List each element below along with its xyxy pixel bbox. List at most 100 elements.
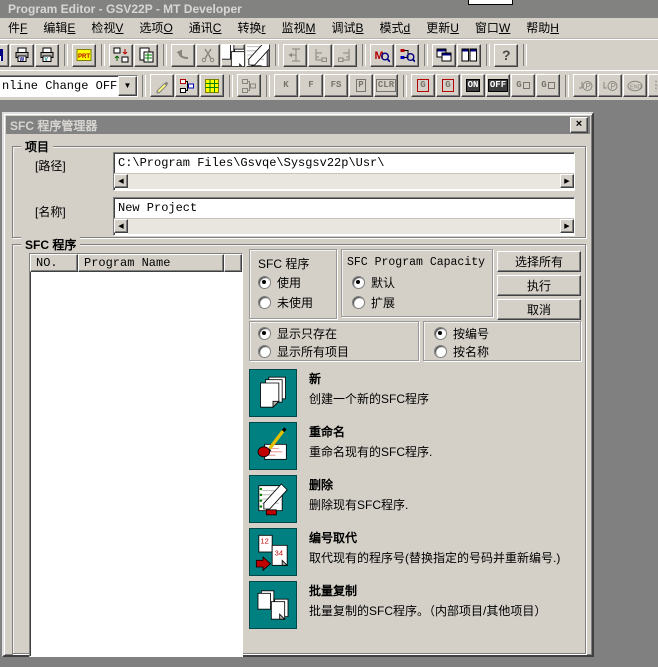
- g-sub1-button[interactable]: G: [511, 74, 535, 97]
- menu-item-O[interactable]: 选项O: [131, 17, 180, 39]
- insert-step-button[interactable]: [283, 44, 307, 67]
- fs-command-button[interactable]: FS: [324, 74, 348, 97]
- radio-capacity_radio-1[interactable]: 扩展: [352, 294, 395, 311]
- monitor-setup-button[interactable]: [395, 44, 419, 67]
- undo-button[interactable]: [171, 44, 195, 67]
- scroll-track[interactable]: [128, 219, 560, 234]
- action-new-icon[interactable]: [249, 369, 297, 417]
- menu-item-B[interactable]: 调试B: [324, 17, 372, 39]
- help-button[interactable]: ?: [494, 44, 518, 67]
- radio-dot[interactable]: [258, 296, 271, 309]
- radio-sort_radio-1[interactable]: 按名称: [434, 343, 489, 360]
- chevron-down-icon[interactable]: ▼: [118, 76, 137, 96]
- window-tile-button[interactable]: [457, 44, 481, 67]
- g-sub2-button-label: G: [541, 81, 554, 90]
- radio-display_radio-1[interactable]: 显示所有项目: [258, 343, 349, 360]
- dialog-titlebar[interactable]: SFC 程序管理器 ×: [6, 116, 590, 134]
- printer-setup-button[interactable]: PRT: [72, 44, 96, 67]
- radio-dot[interactable]: [258, 327, 271, 340]
- print-button[interactable]: W: [10, 44, 34, 67]
- radio-dot[interactable]: [352, 276, 365, 289]
- action-delete-icon[interactable]: [249, 475, 297, 523]
- structure-view-button[interactable]: [237, 74, 261, 97]
- window-titlebar[interactable]: Program Editor - GSV22P - MT Developer: [0, 0, 658, 18]
- p-command-button[interactable]: P: [349, 74, 373, 97]
- radio-program_radio-1[interactable]: 未使用: [258, 294, 313, 311]
- path-value[interactable]: C:\Program Files\Gsvqe\Sysgsv22p\Usr\: [114, 153, 574, 173]
- radio-dot[interactable]: [258, 276, 271, 289]
- k-command-button[interactable]: K: [274, 74, 298, 97]
- insert-branch-button[interactable]: [308, 44, 332, 67]
- list-header-NO.[interactable]: NO.: [30, 254, 78, 272]
- radio-capacity_radio-0[interactable]: 默认: [352, 274, 395, 291]
- radio-dot[interactable]: [434, 327, 447, 340]
- menu-item-V[interactable]: 检视V: [83, 17, 131, 39]
- radio-label: 按编号: [453, 325, 489, 342]
- action-list: 新创建一个新的SFC程序重命名重命名现有的SFC程序.删除删除现有SFC程序.1…: [249, 369, 583, 629]
- clr-command-button[interactable]: CLR: [374, 74, 398, 97]
- copy-button[interactable]: [221, 44, 245, 67]
- transfer-setup-button[interactable]: [109, 44, 133, 67]
- menu-item-E[interactable]: 编辑E: [35, 17, 83, 39]
- print-preview-button[interactable]: V: [35, 44, 59, 67]
- scroll-right-icon[interactable]: ▶: [560, 174, 574, 188]
- radio-dot[interactable]: [258, 345, 271, 358]
- project-batch-button[interactable]: [134, 44, 158, 67]
- on-button[interactable]: ON: [461, 74, 485, 97]
- menu-item-C[interactable]: 通讯C: [181, 17, 230, 39]
- program-list-button[interactable]: [200, 74, 224, 97]
- scroll-left-icon[interactable]: ◀: [114, 219, 128, 233]
- path-field[interactable]: C:\Program Files\Gsvqe\Sysgsv22p\Usr\ ◀ …: [113, 152, 575, 191]
- jump-button[interactable]: [648, 74, 658, 97]
- scroll-right-icon[interactable]: ▶: [560, 219, 574, 233]
- scroll-track[interactable]: [128, 174, 560, 189]
- g2-label-button[interactable]: G: [436, 74, 460, 97]
- lp-icon: P: [577, 78, 593, 94]
- scroll-left-icon[interactable]: ◀: [114, 174, 128, 188]
- action-renumber-icon[interactable]: 1234: [249, 528, 297, 576]
- merge-branch-button[interactable]: [333, 44, 357, 67]
- project-group-title: 项目: [21, 138, 53, 155]
- name-value[interactable]: New Project: [114, 198, 574, 218]
- menu-item-H[interactable]: 帮助H: [518, 17, 567, 39]
- g-sub2-button[interactable]: G: [536, 74, 560, 97]
- close-icon[interactable]: ×: [570, 117, 588, 133]
- menu-item-d[interactable]: 模式d: [372, 17, 419, 39]
- select-all-button[interactable]: 选择所有: [497, 251, 581, 272]
- program-listbox[interactable]: NO.Program Name: [29, 253, 243, 657]
- list-header-blank[interactable]: [224, 254, 242, 272]
- g-label-button[interactable]: G: [411, 74, 435, 97]
- low-p-button[interactable]: P: [573, 74, 597, 97]
- menu-item-M[interactable]: 监视M: [273, 17, 323, 39]
- off-button[interactable]: OFF: [486, 74, 510, 97]
- radio-dot[interactable]: [352, 296, 365, 309]
- edit-mode-button[interactable]: [150, 74, 174, 97]
- menu-item-r[interactable]: 转换r: [229, 17, 273, 39]
- toolbar-separator: [486, 44, 490, 66]
- radio-display_radio-0[interactable]: 显示只存在: [258, 325, 337, 342]
- list-header-Program Name[interactable]: Program Name: [78, 254, 224, 272]
- name-scrollbar[interactable]: ◀ ▶: [114, 218, 574, 234]
- radio-sort_radio-0[interactable]: 按编号: [434, 325, 489, 342]
- high-p-button[interactable]: P: [598, 74, 622, 97]
- delete-button[interactable]: [246, 44, 270, 67]
- execute-button[interactable]: 执行: [497, 275, 581, 296]
- action-batch-copy-icon[interactable]: [249, 581, 297, 629]
- name-field[interactable]: New Project ◀ ▶: [113, 197, 575, 236]
- end-step-button[interactable]: END: [623, 74, 647, 97]
- menu-item-W[interactable]: 窗口W: [467, 17, 518, 39]
- path-scrollbar[interactable]: ◀ ▶: [114, 173, 574, 189]
- radio-program_radio-0[interactable]: 使用: [258, 274, 301, 291]
- f-command-button[interactable]: F: [299, 74, 323, 97]
- action-rename-icon[interactable]: [249, 422, 297, 470]
- monitor-mode-button[interactable]: M: [370, 44, 394, 67]
- cancel-button[interactable]: 取消: [497, 299, 581, 320]
- sfc-diagram-button[interactable]: [175, 74, 199, 97]
- menu-item-F[interactable]: 件F: [0, 17, 35, 39]
- save-button[interactable]: [0, 44, 9, 67]
- radio-dot[interactable]: [434, 345, 447, 358]
- window-cascade-button[interactable]: [432, 44, 456, 67]
- menu-item-U[interactable]: 更新U: [418, 17, 467, 39]
- cut-button[interactable]: [196, 44, 220, 67]
- online-change-combobox[interactable]: nline Change OFF ▼: [0, 75, 138, 97]
